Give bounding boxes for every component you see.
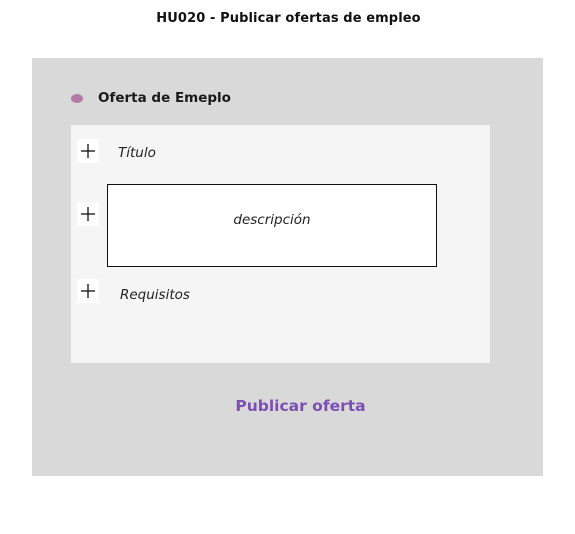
plus-icon [81,144,95,158]
job-offer-form: Título descripción Requisitos [71,125,490,363]
publish-offer-button[interactable]: Publicar oferta [222,394,379,418]
add-requirements-button[interactable] [77,279,99,303]
plus-icon [81,284,95,298]
page: HU020 - Publicar ofertas de empleo Ofert… [0,0,575,534]
add-description-button[interactable] [77,202,99,226]
description-field[interactable]: descripción [107,184,437,267]
section-label: Oferta de Emeplo [98,90,231,106]
title-field-label[interactable]: Título [118,145,156,161]
job-offer-frame: Oferta de Emeplo Título descripción Requ… [32,58,543,476]
requirements-field-label[interactable]: Requisitos [120,287,190,303]
status-dot [71,94,83,103]
plus-icon [81,207,95,221]
page-title: HU020 - Publicar ofertas de empleo [156,11,421,26]
add-title-button[interactable] [77,139,99,163]
description-label: descripción [233,212,311,228]
